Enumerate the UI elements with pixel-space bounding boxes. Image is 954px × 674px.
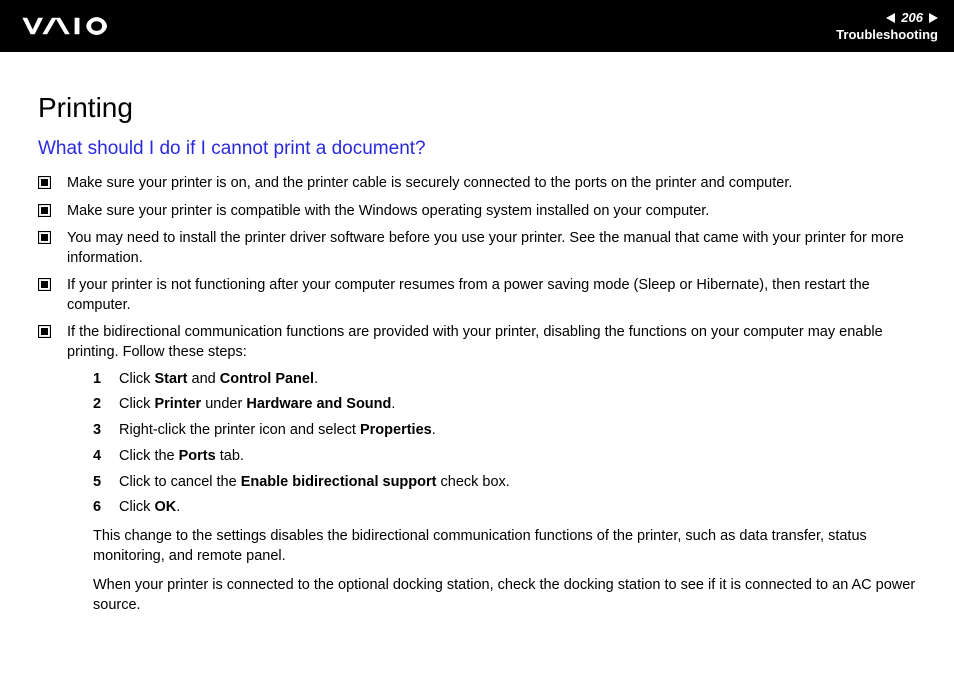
list-item: Make sure your printer is on, and the pr… xyxy=(38,174,916,194)
list-item: 1 Click Start and Control Panel. xyxy=(93,369,916,391)
arrow-right-icon[interactable] xyxy=(929,13,938,23)
step-number: 6 xyxy=(93,497,105,519)
step-number: 3 xyxy=(93,420,105,442)
bullet-text: You may need to install the printer driv… xyxy=(67,229,916,268)
bullet-icon xyxy=(38,176,51,189)
list-item: Make sure your printer is compatible wit… xyxy=(38,202,916,222)
list-item: 2 Click Printer under Hardware and Sound… xyxy=(93,394,916,416)
step-number: 1 xyxy=(93,369,105,391)
header-section-label: Troubleshooting xyxy=(836,27,938,42)
list-item: 6 Click OK. xyxy=(93,497,916,519)
step-number: 2 xyxy=(93,394,105,416)
page-content: Printing What should I do if I cannot pr… xyxy=(0,52,954,643)
bullet-list: Make sure your printer is on, and the pr… xyxy=(38,174,916,615)
header-right: 206 Troubleshooting xyxy=(836,10,938,42)
bullet-text: If your printer is not functioning after… xyxy=(67,276,916,315)
bullet-text: Make sure your printer is compatible wit… xyxy=(67,202,916,222)
step-text: Click OK. xyxy=(119,497,180,519)
list-item: 3 Right-click the printer icon and selec… xyxy=(93,420,916,442)
bullet-icon xyxy=(38,325,51,338)
list-item: 4 Click the Ports tab. xyxy=(93,446,916,468)
step-text: Click to cancel the Enable bidirectional… xyxy=(119,472,510,494)
steps-list: 1 Click Start and Control Panel. 2 Click… xyxy=(93,369,916,520)
bullet-icon xyxy=(38,278,51,291)
paragraph: When your printer is connected to the op… xyxy=(93,576,916,615)
page-indicator: 206 xyxy=(886,10,938,25)
list-item: You may need to install the printer driv… xyxy=(38,229,916,268)
step-number: 5 xyxy=(93,472,105,494)
paragraph: This change to the settings disables the… xyxy=(93,527,916,566)
page-number: 206 xyxy=(901,10,923,25)
list-item: If the bidirectional communication funct… xyxy=(38,323,916,615)
page-header: 206 Troubleshooting xyxy=(0,0,954,52)
page-title: Printing xyxy=(38,92,916,124)
step-text: Click Start and Control Panel. xyxy=(119,369,318,391)
vaio-logo xyxy=(16,0,136,52)
step-number: 4 xyxy=(93,446,105,468)
bullet-icon xyxy=(38,204,51,217)
page-question: What should I do if I cannot print a doc… xyxy=(38,138,916,160)
step-text: Click Printer under Hardware and Sound. xyxy=(119,394,395,416)
bullet-icon xyxy=(38,231,51,244)
list-item: If your printer is not functioning after… xyxy=(38,276,916,315)
step-text: Click the Ports tab. xyxy=(119,446,244,468)
bullet-text-inner: If the bidirectional communication funct… xyxy=(67,324,883,360)
step-text: Right-click the printer icon and select … xyxy=(119,420,436,442)
list-item: 5 Click to cancel the Enable bidirection… xyxy=(93,472,916,494)
bullet-text: If the bidirectional communication funct… xyxy=(67,323,916,615)
arrow-left-icon[interactable] xyxy=(886,13,895,23)
bullet-text: Make sure your printer is on, and the pr… xyxy=(67,174,916,194)
